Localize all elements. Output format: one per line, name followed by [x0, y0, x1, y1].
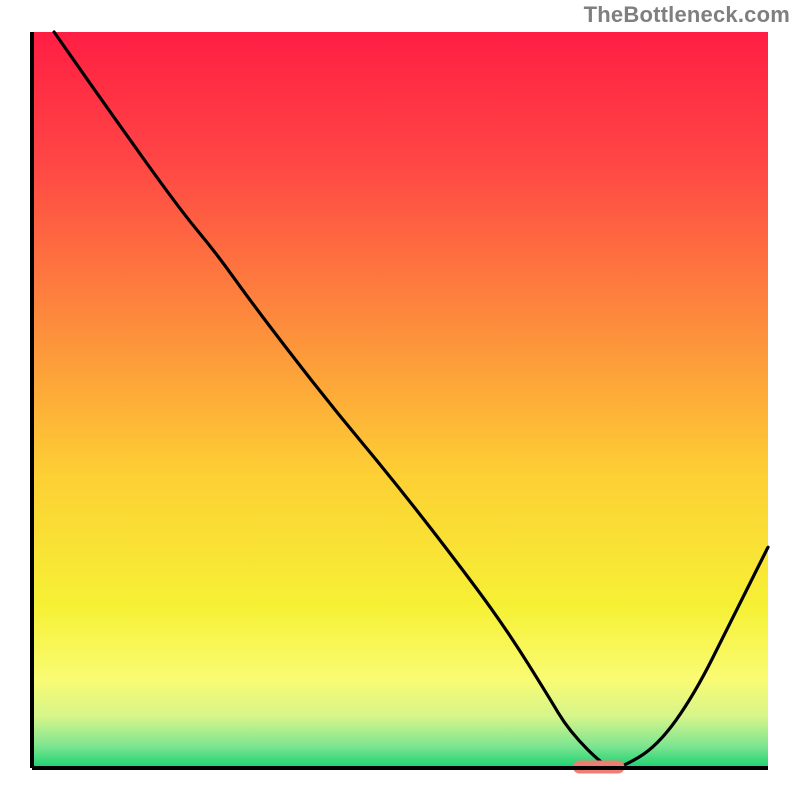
gradient-background — [32, 32, 768, 768]
bottleneck-chart — [0, 0, 800, 800]
chart-container: TheBottleneck.com — [0, 0, 800, 800]
watermark-text: TheBottleneck.com — [584, 2, 790, 28]
